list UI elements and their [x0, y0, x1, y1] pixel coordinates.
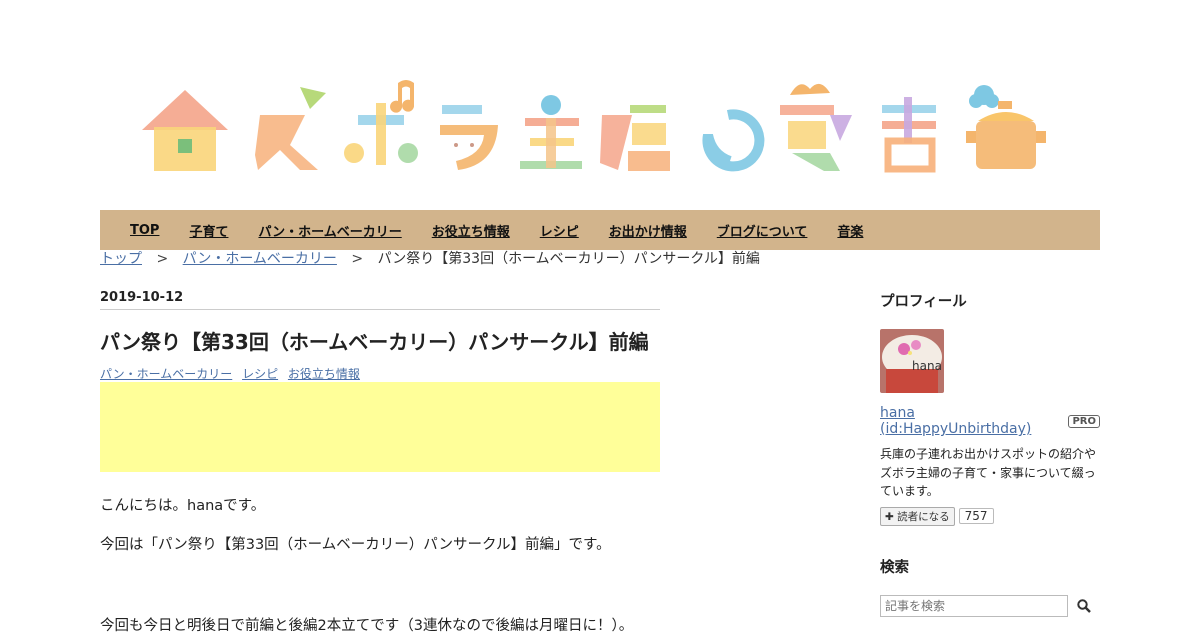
entry-date[interactable]: 2019-10-12 — [100, 290, 660, 310]
search-input[interactable] — [880, 594, 1068, 617]
breadcrumb-current: パン祭り【第33回（ホームベーカリー）パンサークル】前編 — [377, 251, 760, 267]
plus-icon: ✚ — [885, 510, 894, 523]
subscriber-count: 757 — [958, 508, 994, 525]
search-button[interactable] — [1076, 598, 1092, 614]
nav-item-outings[interactable]: お出かけ情報 — [609, 221, 687, 240]
entry-title[interactable]: パン祭り【第33回（ホームベーカリー）パンサークル】前編 — [100, 326, 660, 355]
nav-item-bread[interactable]: パン・ホームベーカリー — [258, 221, 401, 240]
article: 2019-10-12 パン祭り【第33回（ホームベーカリー）パンサークル】前編 … — [100, 290, 660, 636]
nav-item-about-blog[interactable]: ブログについて — [717, 221, 808, 240]
subscribe-label: 読者になる — [897, 510, 950, 523]
profile-name-link[interactable]: hana (id:HappyUnbirthday) — [880, 405, 1060, 437]
search-form — [880, 594, 1100, 617]
profile-heading: プロフィール — [880, 294, 967, 310]
breadcrumb-top-link[interactable]: トップ — [100, 251, 142, 267]
breadcrumb-separator: > — [156, 251, 169, 267]
breadcrumb-category-link[interactable]: パン・ホームベーカリー — [183, 251, 337, 267]
nav-item-top[interactable]: TOP — [130, 223, 159, 238]
site-logo[interactable] — [140, 75, 1070, 180]
logo-graphic — [142, 80, 1046, 173]
ad-banner[interactable] — [100, 382, 660, 472]
pro-badge: PRO — [1068, 414, 1100, 428]
sidebar: プロフィール hana hana (id:HappyUnbirthday) PR… — [880, 290, 1100, 617]
global-nav: TOP 子育て パン・ホームベーカリー お役立ち情報 レシピ お出かけ情報 ブロ… — [100, 210, 1100, 250]
search-heading: 検索 — [880, 559, 909, 576]
category-link-useful-info[interactable]: お役立ち情報 — [288, 367, 360, 381]
nav-item-recipes[interactable]: レシピ — [540, 221, 579, 240]
nav-item-parenting[interactable]: 子育て — [189, 221, 228, 240]
search-icon — [1077, 599, 1091, 613]
category-link-recipes[interactable]: レシピ — [242, 367, 278, 381]
paragraph-greeting: こんにちは。hanaです。 — [100, 498, 266, 514]
breadcrumb: トップ > パン・ホームベーカリー > パン祭り【第33回（ホームベーカリー）パ… — [100, 248, 760, 268]
nav-item-useful-info[interactable]: お役立ち情報 — [432, 221, 510, 240]
paragraph-schedule: 今回も今日と明後日で前編と後編2本立てです（3連休なので後編は月曜日に！）。 — [100, 617, 634, 634]
nav-item-music[interactable]: 音楽 — [837, 221, 863, 240]
profile-description: 兵庫の子連れお出かけスポットの紹介やズボラ主婦の子育て・家事について綴っています… — [880, 447, 1097, 499]
entry-categories: パン・ホームベーカリー レシピ お役立ち情報 — [100, 365, 660, 382]
subscribe-widget: ✚ 読者になる 757 — [880, 506, 1100, 526]
entry-body: こんにちは。hanaです。 今回は「パン祭り【第33回（ホームベーカリー）パンサ… — [100, 496, 660, 636]
breadcrumb-separator: > — [351, 251, 364, 267]
paragraph-intro: 今回は「パン祭り【第33回（ホームベーカリー）パンサークル】前編」です。 — [100, 537, 611, 554]
avatar-label: hana — [912, 359, 942, 373]
category-link-bread[interactable]: パン・ホームベーカリー — [100, 367, 232, 381]
avatar[interactable]: hana — [880, 329, 944, 393]
subscribe-button[interactable]: ✚ 読者になる — [880, 506, 955, 526]
